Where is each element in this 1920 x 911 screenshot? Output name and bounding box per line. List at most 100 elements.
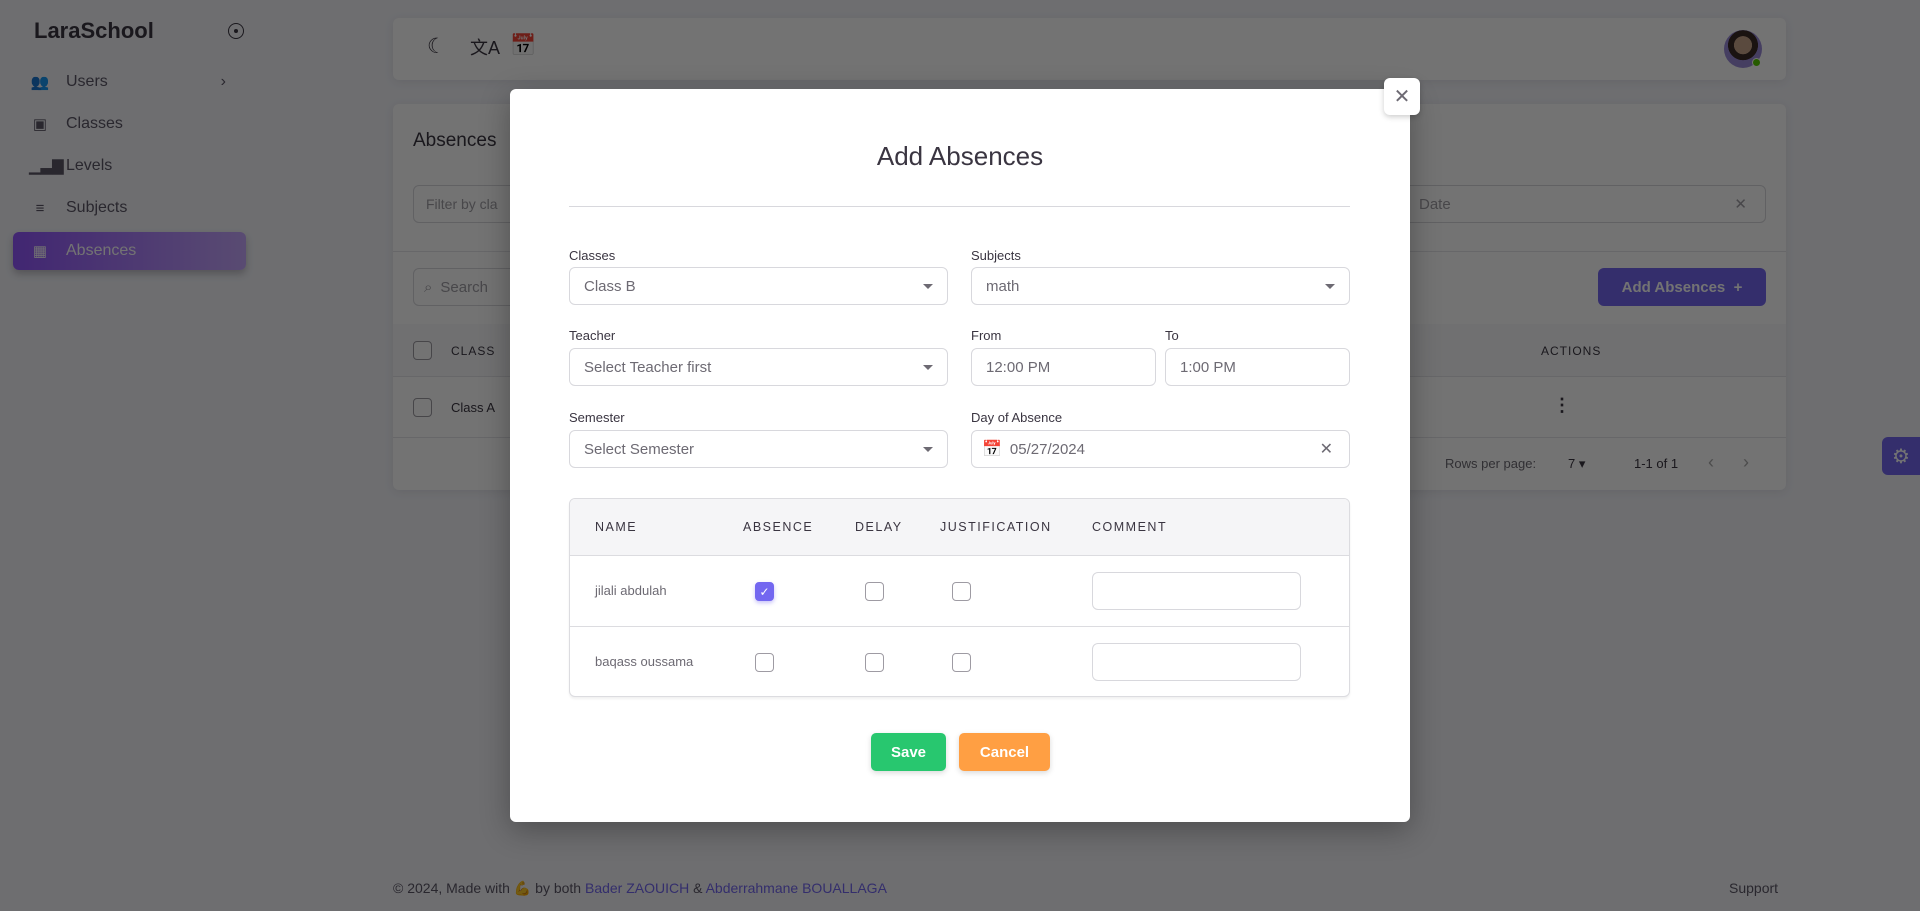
sidebar-item-levels[interactable]: ▁▃▇ Levels xyxy=(13,147,246,185)
footer-prefix: © 2024, Made with xyxy=(393,880,510,896)
column-header-delay: DELAY xyxy=(855,520,903,534)
class-cell: Class A xyxy=(451,400,496,415)
footer-amp: & xyxy=(693,880,703,896)
author-link-1[interactable]: Bader ZAOUICH xyxy=(585,880,689,896)
moon-icon[interactable]: ☾ xyxy=(427,34,446,59)
comment-input[interactable] xyxy=(1092,643,1301,681)
from-time-input[interactable]: 12:00 PM xyxy=(971,348,1156,386)
translate-icon[interactable]: 文A xyxy=(470,34,500,60)
sidebar: LaraSchool 👥 Users › ▣ Classes ▁▃▇ Levels ≡ S… xyxy=(0,0,260,911)
classes-icon: ▣ xyxy=(32,116,48,133)
sidebar-item-label: Subjects xyxy=(66,199,128,216)
row-checkbox[interactable] xyxy=(413,398,432,417)
column-header-absence: ABSENCE xyxy=(743,520,814,534)
footer-credits: © 2024, Made with 💪 by both Bader ZAOUIC… xyxy=(393,880,887,897)
from-label: From xyxy=(971,328,1002,343)
sidebar-item-classes[interactable]: ▣ Classes xyxy=(13,105,246,143)
justification-checkbox[interactable] xyxy=(952,653,971,672)
column-header-comment: COMMENT xyxy=(1092,520,1168,534)
close-modal-button[interactable]: ✕ xyxy=(1384,78,1420,115)
subjects-icon: ≡ xyxy=(35,199,45,217)
page-title: Absences xyxy=(413,130,497,151)
classes-select[interactable]: Class B xyxy=(569,267,948,305)
muscle-icon: 💪 xyxy=(513,880,532,896)
save-button[interactable]: Save xyxy=(871,733,946,771)
column-header-name: NAME xyxy=(595,520,638,534)
add-absences-button[interactable]: Add Absences + xyxy=(1598,268,1766,306)
users-icon: 👥 xyxy=(30,74,50,91)
footer-by: by both xyxy=(535,880,582,896)
sidebar-item-label: Classes xyxy=(66,115,123,132)
author-link-2[interactable]: Abderrahmane BOUALLAGA xyxy=(706,880,887,896)
pin-sidebar-icon[interactable] xyxy=(228,23,244,39)
student-row: jilali abdulah ✓ xyxy=(570,556,1349,627)
calendar-icon[interactable]: 📅 xyxy=(510,34,536,58)
semester-value: Select Semester xyxy=(584,440,695,458)
comment-input[interactable] xyxy=(1092,572,1301,610)
online-status-dot xyxy=(1752,58,1761,67)
modal-title: Add Absences xyxy=(876,141,1044,171)
support-link[interactable]: Support xyxy=(1729,880,1778,896)
semester-select[interactable]: Select Semester xyxy=(569,430,948,468)
clear-date-icon[interactable]: ✕ xyxy=(1320,439,1333,459)
column-header-actions: ACTIONS xyxy=(1541,344,1602,358)
classes-label: Classes xyxy=(569,248,616,263)
rows-per-page-label: Rows per page: xyxy=(1445,456,1537,471)
sidebar-item-absences[interactable]: ▦ Absences xyxy=(13,232,246,270)
app-logo: LaraSchool xyxy=(34,18,154,43)
pagination-range: 1-1 of 1 xyxy=(1634,456,1679,471)
select-all-checkbox[interactable] xyxy=(413,341,432,360)
to-label: To xyxy=(1165,328,1179,343)
column-header-class: CLASS xyxy=(451,344,496,358)
sidebar-item-users[interactable]: 👥 Users › xyxy=(13,63,246,101)
day-of-absence-input[interactable]: 📅 05/27/2024 ✕ xyxy=(971,430,1350,468)
cancel-button[interactable]: Cancel xyxy=(959,733,1050,771)
next-page-icon[interactable]: › xyxy=(1743,452,1749,473)
clear-icon[interactable]: ✕ xyxy=(1734,195,1747,213)
customizer-gear-icon[interactable]: ⚙ xyxy=(1882,437,1920,475)
rows-per-page-select[interactable]: 7 ▾ xyxy=(1568,456,1585,472)
column-header-justification: JUSTIFICATION xyxy=(940,520,1052,534)
students-table: NAME ABSENCE DELAY JUSTIFICATION COMMENT… xyxy=(569,498,1350,697)
levels-icon: ▁▃▇ xyxy=(29,158,64,175)
add-absences-label: Add Absences xyxy=(1621,278,1726,296)
student-name: baqass oussama xyxy=(595,654,694,669)
search-icon: ⌕ xyxy=(424,278,433,296)
divider xyxy=(569,206,1350,207)
absence-checkbox[interactable]: ✓ xyxy=(755,582,774,601)
more-vert-icon[interactable]: ⋮ xyxy=(1553,395,1571,416)
search-placeholder: Search xyxy=(440,278,488,296)
calendar-icon[interactable]: 📅 xyxy=(982,439,1002,459)
subjects-value: math xyxy=(986,277,1020,295)
prev-page-icon[interactable]: ‹ xyxy=(1708,452,1714,473)
teacher-value: Select Teacher first xyxy=(584,358,712,376)
day-label: Day of Absence xyxy=(971,410,1063,425)
from-value: 12:00 PM xyxy=(986,358,1051,376)
subjects-label: Subjects xyxy=(971,248,1021,263)
absences-icon: ▦ xyxy=(32,243,48,260)
sidebar-item-label: Absences xyxy=(66,242,137,259)
check-icon: ✓ xyxy=(759,584,770,599)
teacher-label: Teacher xyxy=(569,328,616,343)
subjects-select[interactable]: math xyxy=(971,267,1350,305)
justification-checkbox[interactable] xyxy=(952,582,971,601)
teacher-select[interactable]: Select Teacher first xyxy=(569,348,948,386)
add-absences-modal: Add Absences Classes Class B Subjects ma… xyxy=(510,89,1410,822)
student-row: baqass oussama xyxy=(570,627,1349,696)
semester-label: Semester xyxy=(569,410,625,425)
day-value: 05/27/2024 xyxy=(1009,440,1085,458)
top-header xyxy=(393,18,1786,80)
to-value: 1:00 PM xyxy=(1180,358,1236,376)
filter-date-placeholder: Date xyxy=(1419,195,1451,213)
absence-checkbox[interactable] xyxy=(755,653,774,672)
sidebar-item-subjects[interactable]: ≡ Subjects xyxy=(13,189,246,227)
classes-value: Class B xyxy=(584,277,636,295)
sidebar-item-label: Levels xyxy=(66,157,113,174)
students-table-header: NAME ABSENCE DELAY JUSTIFICATION COMMENT xyxy=(570,499,1349,556)
student-name: jilali abdulah xyxy=(595,583,667,598)
to-time-input[interactable]: 1:00 PM xyxy=(1165,348,1350,386)
delay-checkbox[interactable] xyxy=(865,653,884,672)
sidebar-item-label: Users xyxy=(66,73,108,90)
delay-checkbox[interactable] xyxy=(865,582,884,601)
rows-per-page-value: 7 xyxy=(1568,456,1576,471)
